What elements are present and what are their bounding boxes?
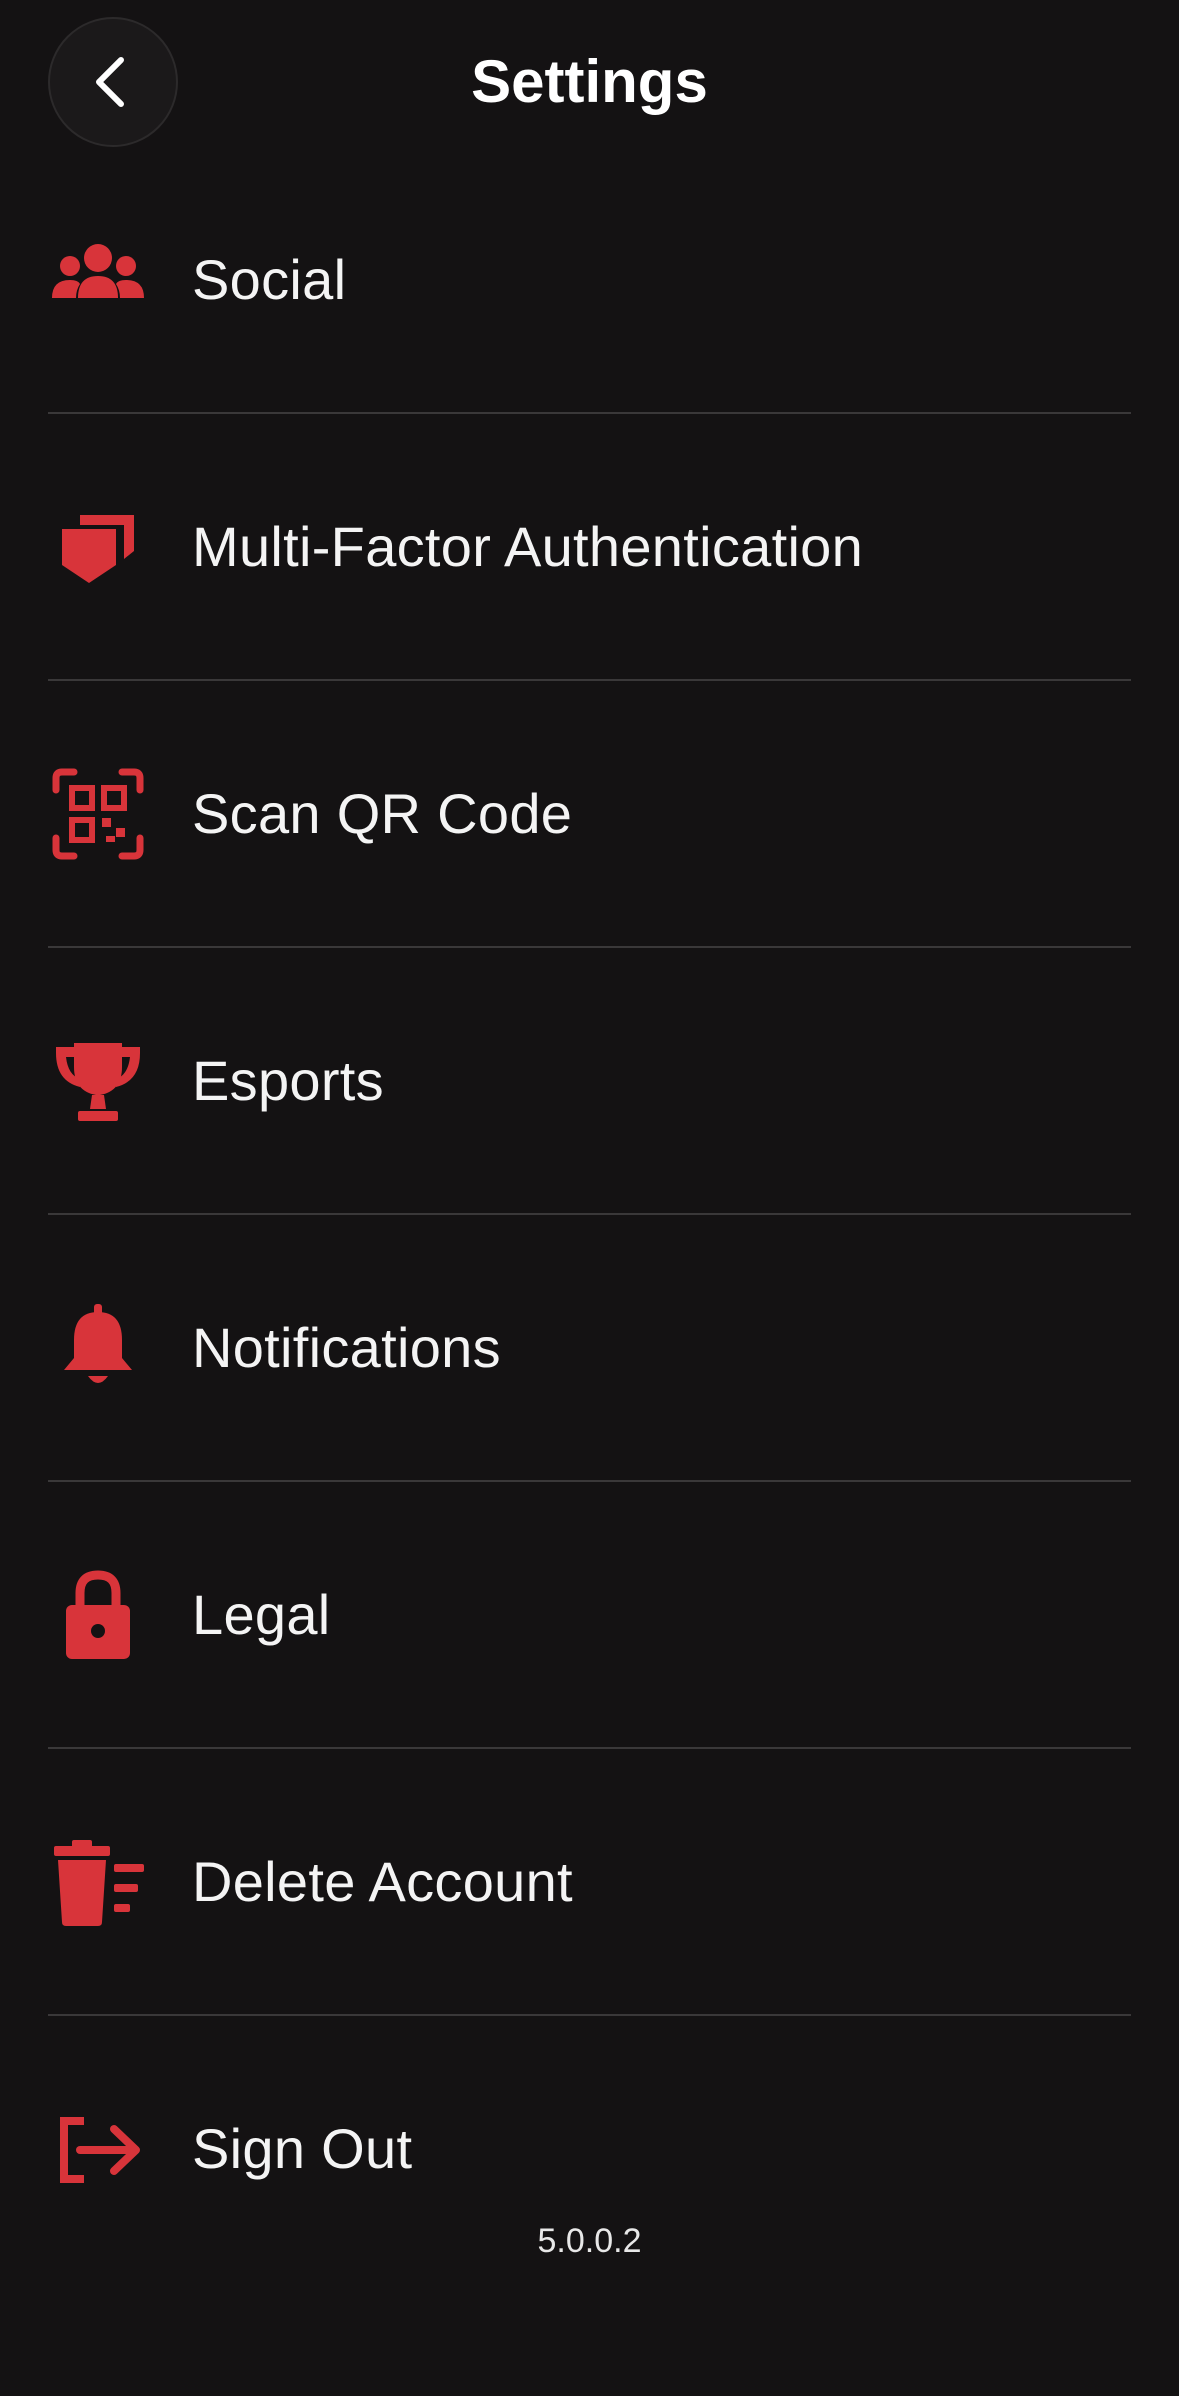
lock-icon bbox=[48, 1565, 148, 1665]
sign-out-icon bbox=[48, 2099, 148, 2199]
menu-item-esports[interactable]: Esports bbox=[48, 948, 1131, 1215]
settings-menu: Social Multi-Factor Authentication Scan … bbox=[48, 147, 1131, 2281]
qr-code-icon bbox=[48, 764, 148, 864]
menu-item-notifications[interactable]: Notifications bbox=[48, 1215, 1131, 1482]
menu-item-social[interactable]: Social bbox=[48, 147, 1131, 414]
menu-item-legal[interactable]: Legal bbox=[48, 1482, 1131, 1749]
menu-item-scan-qr-code[interactable]: Scan QR Code bbox=[48, 681, 1131, 948]
menu-item-label: Scan QR Code bbox=[192, 782, 573, 845]
menu-item-label: Sign Out bbox=[192, 2117, 413, 2180]
app-version: 5.0.0.2 bbox=[537, 2222, 642, 2260]
menu-item-label: Multi-Factor Authentication bbox=[192, 515, 864, 578]
settings-screen: Settings Social Multi-Factor Authenticat… bbox=[0, 0, 1179, 2396]
menu-item-label: Delete Account bbox=[192, 1850, 573, 1913]
menu-item-label: Social bbox=[192, 248, 347, 311]
header: Settings bbox=[0, 0, 1179, 170]
bell-icon bbox=[48, 1298, 148, 1398]
users-icon bbox=[48, 230, 148, 330]
menu-item-label: Notifications bbox=[192, 1316, 501, 1379]
trophy-icon bbox=[48, 1031, 148, 1131]
menu-item-delete-account[interactable]: Delete Account bbox=[48, 1749, 1131, 2016]
menu-item-multi-factor-authentication[interactable]: Multi-Factor Authentication bbox=[48, 414, 1131, 681]
trash-icon bbox=[48, 1832, 148, 1932]
menu-item-label: Legal bbox=[192, 1583, 331, 1646]
page-title: Settings bbox=[471, 48, 708, 115]
shield-icon bbox=[48, 497, 148, 597]
menu-item-label: Esports bbox=[192, 1049, 384, 1112]
